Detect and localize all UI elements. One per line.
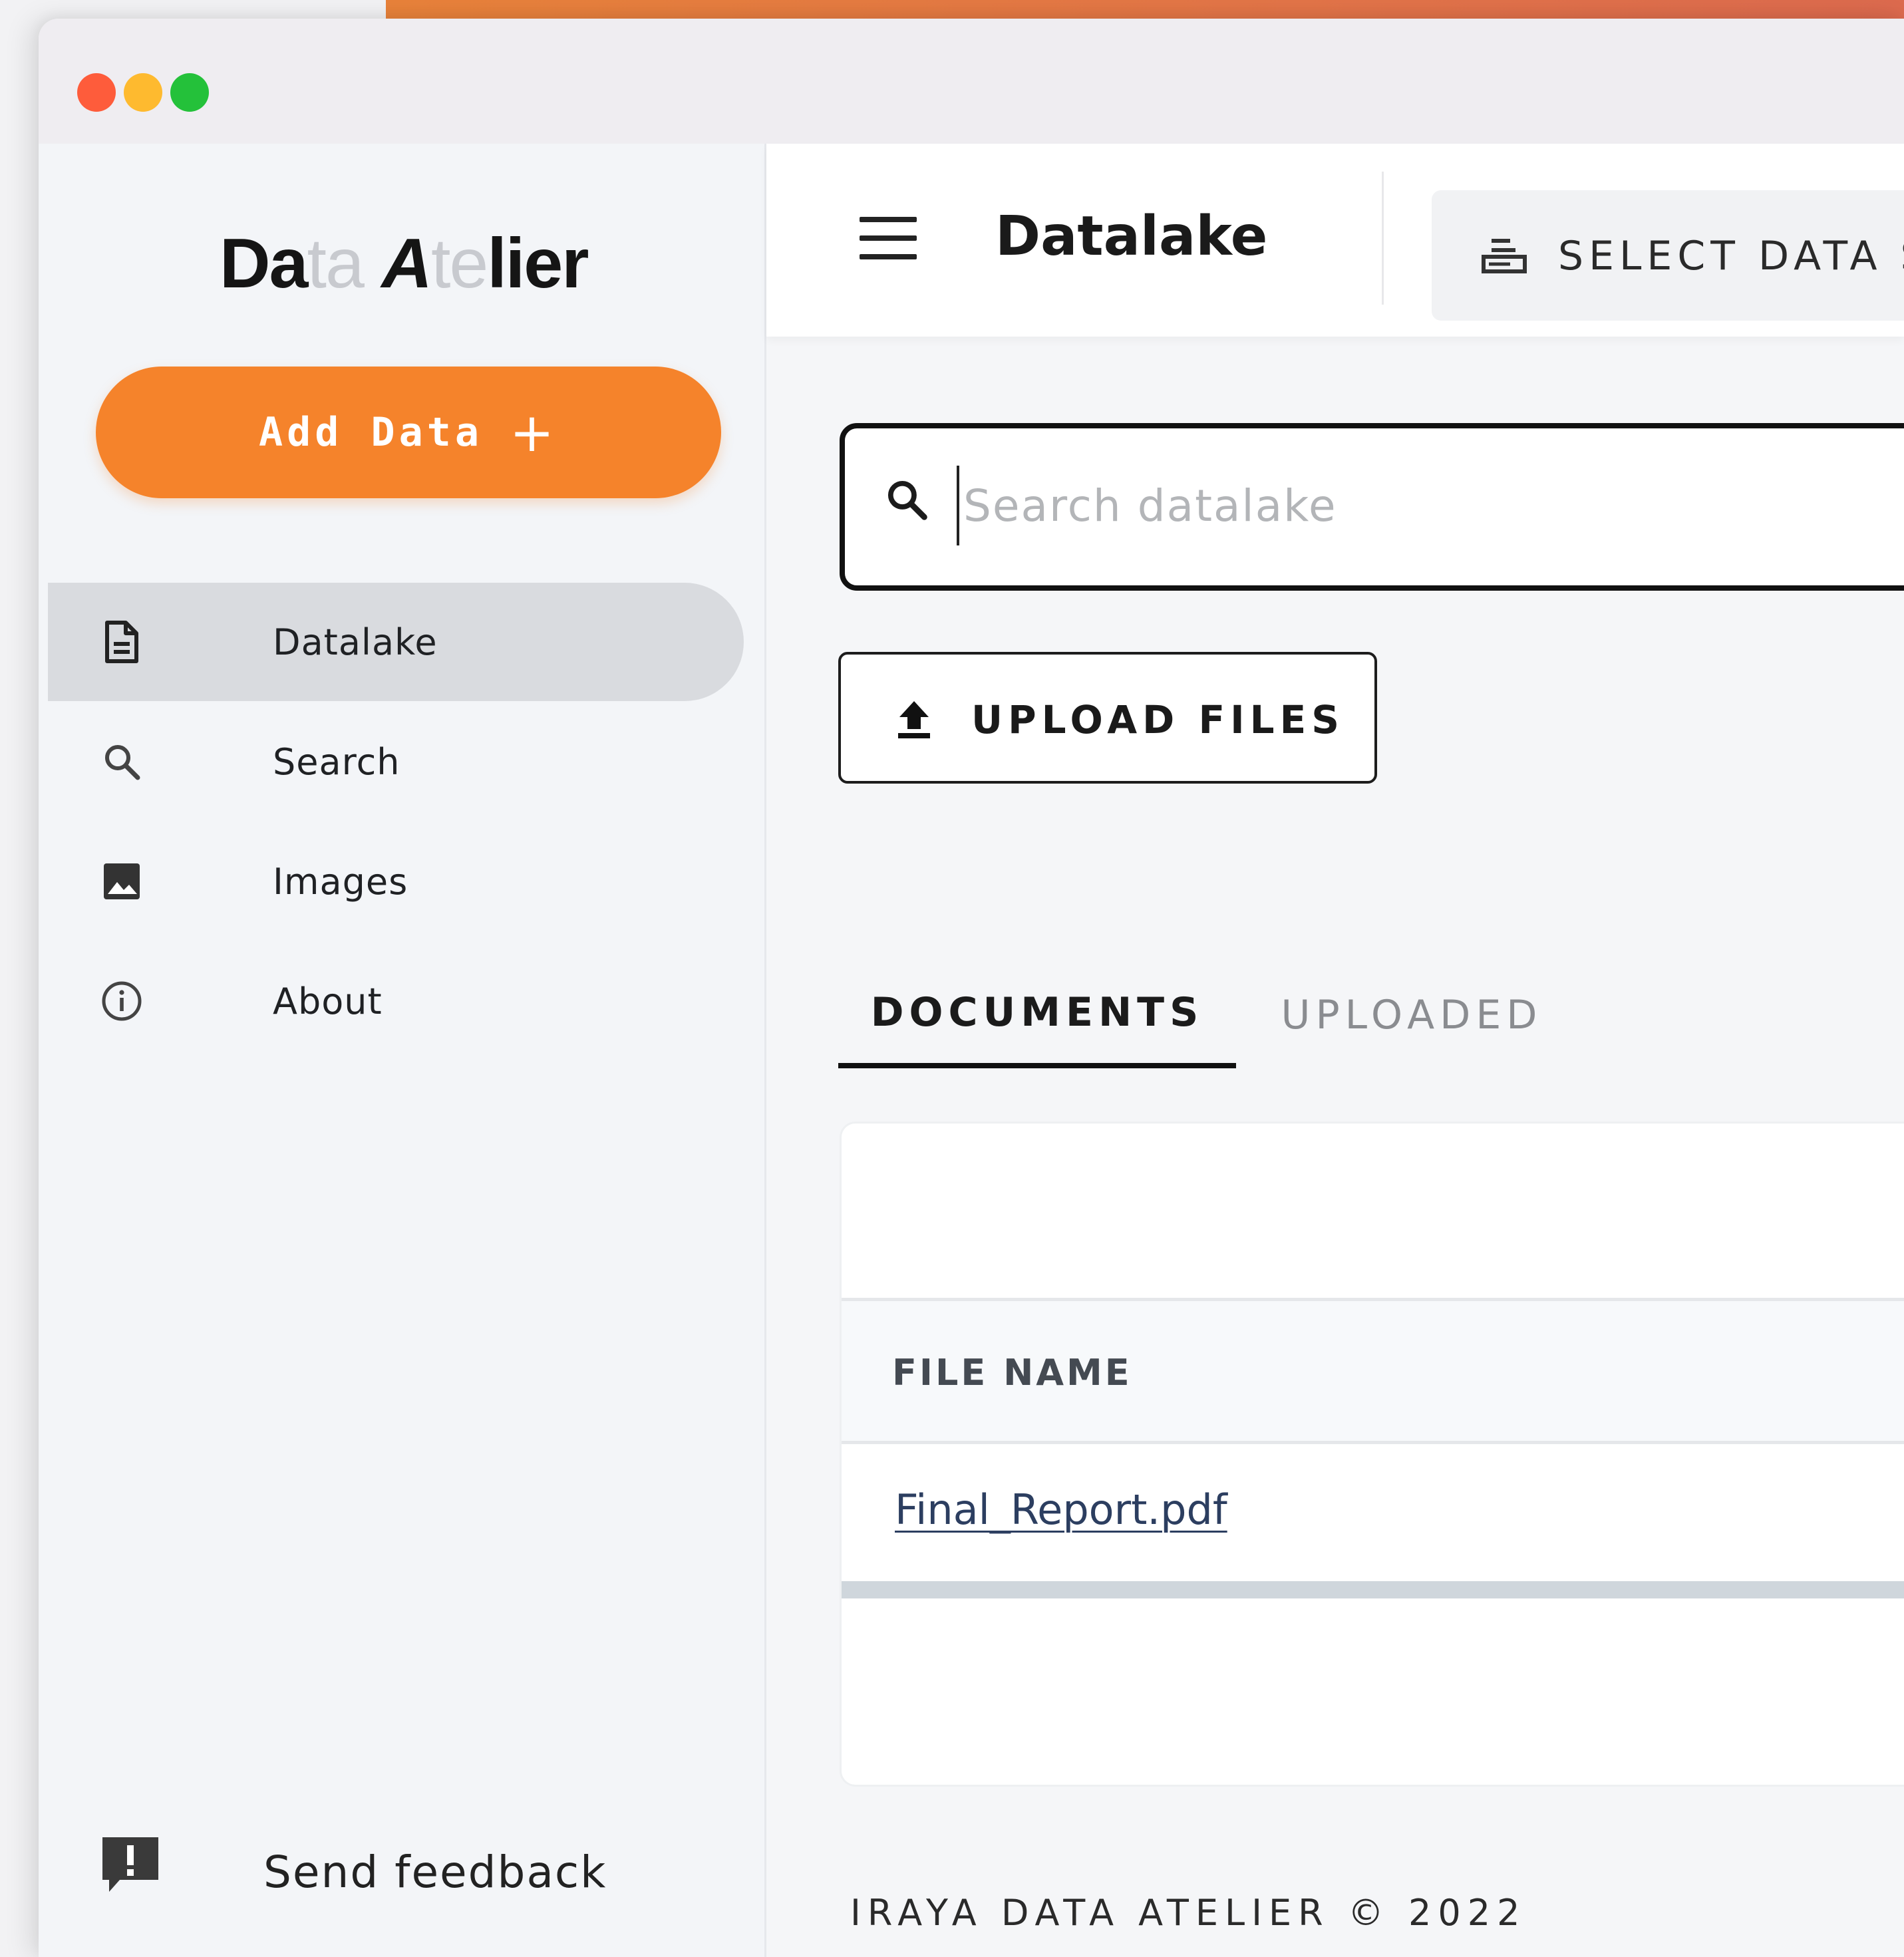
search-input[interactable] xyxy=(957,466,1888,545)
documents-table: FILE NAME Final_Report.pdf xyxy=(840,1122,1904,1787)
plus-icon: + xyxy=(509,401,558,464)
top-header: Datalake SELECT DATA SOURCE xyxy=(766,144,1904,337)
sidebar-item-label: Search xyxy=(273,740,400,783)
app-window: Data Atelier Add Data + Datalake Search … xyxy=(39,19,1904,1957)
sidebar-item-label: About xyxy=(273,980,383,1022)
table-header: FILE NAME xyxy=(842,1298,1904,1444)
title-bar xyxy=(39,19,1904,144)
header-divider xyxy=(1382,172,1384,305)
send-feedback-label: Send feedback xyxy=(263,1847,607,1898)
database-list-icon xyxy=(1481,237,1527,274)
sidebar-item-search[interactable]: Search xyxy=(48,702,744,821)
sidebar-item-label: Datalake xyxy=(273,621,438,663)
page-title: Datalake xyxy=(995,205,1268,268)
sidebar-item-datalake[interactable]: Datalake xyxy=(48,583,744,701)
tab-documents[interactable]: DOCUMENTS xyxy=(838,962,1236,1068)
logo-part xyxy=(363,224,381,303)
document-icon xyxy=(98,619,145,665)
sidebar: Data Atelier Add Data + Datalake Search … xyxy=(39,144,766,1957)
file-link[interactable]: Final_Report.pdf xyxy=(895,1485,1227,1534)
logo-part: te xyxy=(430,224,488,303)
main-content: Datalake SELECT DATA SOURCE xyxy=(766,144,1904,1957)
upload-files-button[interactable]: UPLOAD FILES xyxy=(838,652,1377,784)
logo-part: A xyxy=(381,224,432,303)
menu-icon[interactable] xyxy=(860,217,917,259)
search-icon xyxy=(885,478,935,528)
sidebar-item-images[interactable]: Images xyxy=(48,822,744,941)
search-bar xyxy=(840,423,1904,591)
upload-files-label: UPLOAD FILES xyxy=(971,697,1345,742)
search-icon xyxy=(98,738,145,785)
maximize-window-button[interactable] xyxy=(170,73,209,112)
select-data-source-label: SELECT DATA SOURCE xyxy=(1558,233,1904,279)
close-window-button[interactable] xyxy=(77,73,116,112)
horizontal-scrollbar[interactable] xyxy=(842,1581,1904,1598)
table-row: Final_Report.pdf xyxy=(842,1444,1904,1590)
column-header-file-name[interactable]: FILE NAME xyxy=(892,1352,1132,1394)
logo-part: lier xyxy=(487,224,589,303)
minimize-window-button[interactable] xyxy=(124,73,162,112)
top-accent-strip xyxy=(386,0,1904,19)
sidebar-item-about[interactable]: About xyxy=(48,942,744,1060)
feedback-icon xyxy=(97,1832,164,1898)
select-data-source-button[interactable]: SELECT DATA SOURCE xyxy=(1432,190,1904,321)
logo-part: ta xyxy=(307,224,365,303)
upload-icon xyxy=(894,698,937,741)
logo-part: Da xyxy=(220,224,309,303)
add-data-label: Add Data xyxy=(258,409,483,456)
send-feedback-button[interactable]: Send feedback xyxy=(39,1824,766,1917)
sidebar-item-label: Images xyxy=(273,860,408,903)
add-data-button[interactable]: Add Data + xyxy=(96,367,721,498)
image-icon xyxy=(98,858,145,905)
footer-copyright: IRAYA DATA ATELIER © 2022 xyxy=(850,1892,1527,1934)
app-logo: Data Atelier xyxy=(220,224,589,304)
tab-uploaded[interactable]: UPLOADED xyxy=(1259,962,1565,1068)
info-icon xyxy=(98,978,145,1024)
